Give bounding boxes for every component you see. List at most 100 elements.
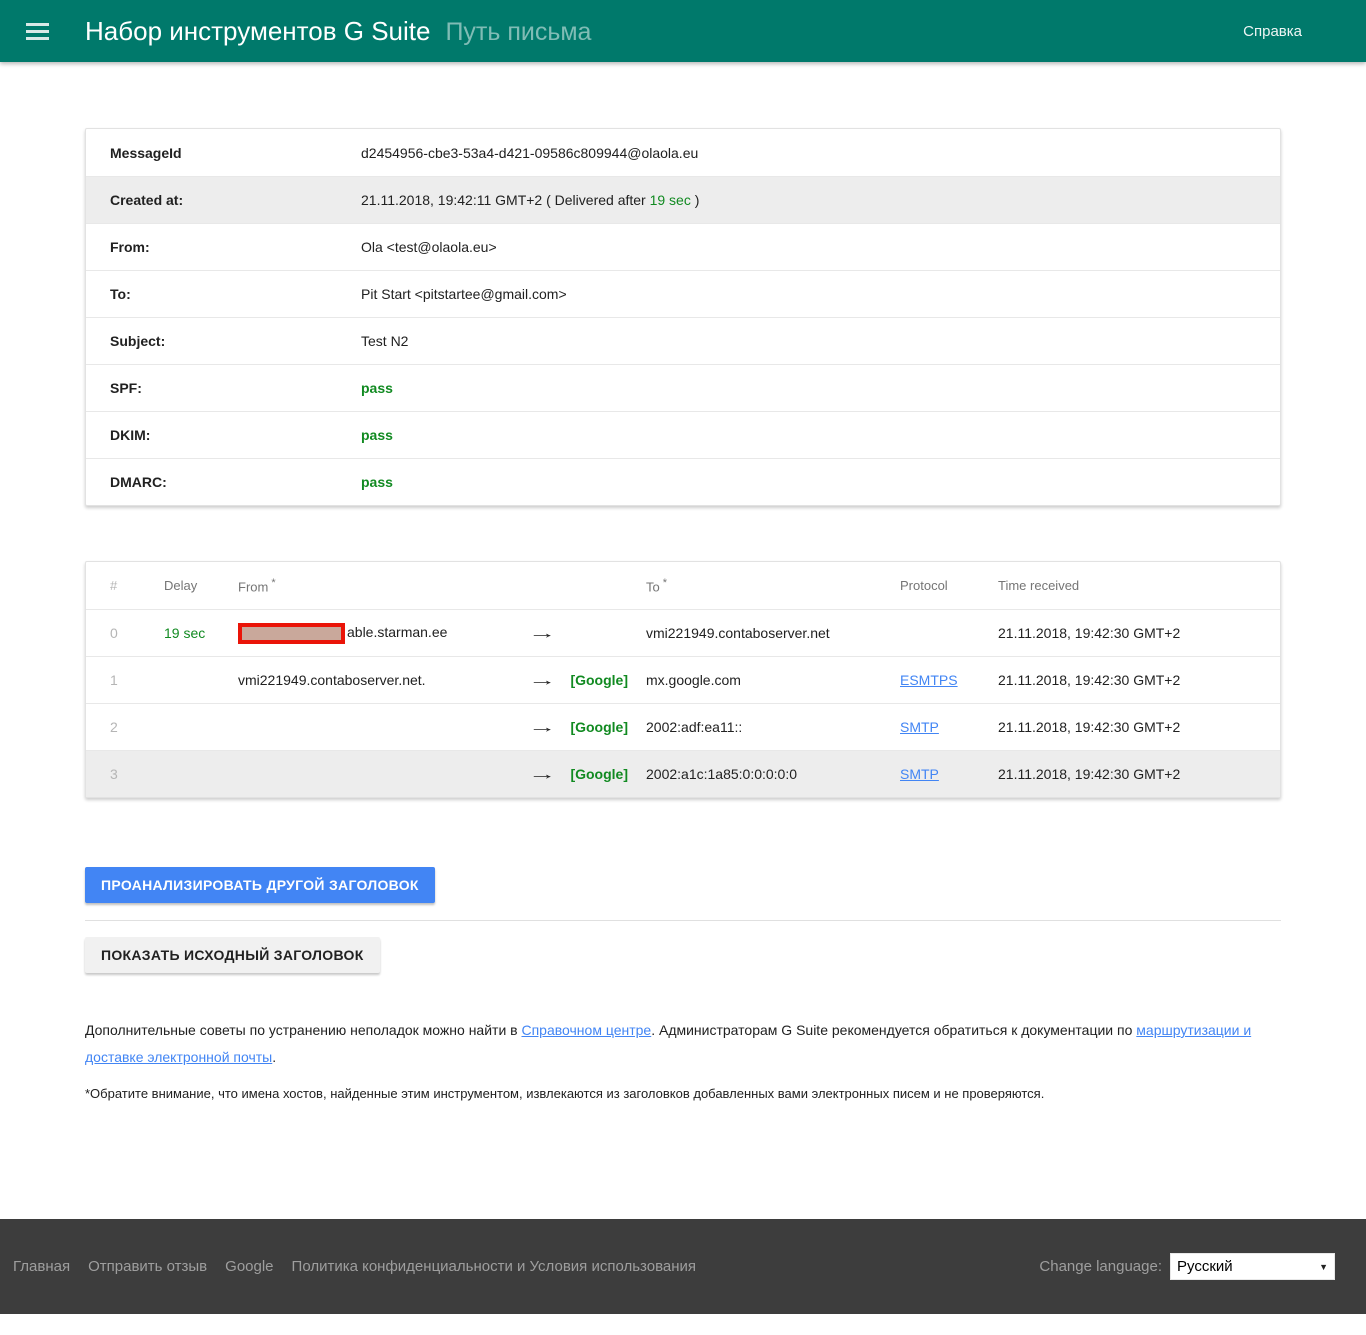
hop-to-host: vmi221949.contaboserver.net bbox=[646, 625, 900, 641]
summary-row-label: Subject: bbox=[86, 333, 361, 349]
header-titles: Набор инструментов G Suite Путь письма bbox=[85, 16, 591, 47]
hop-to-host: mx.google.com bbox=[646, 672, 900, 688]
footer-link-google[interactable]: Google bbox=[225, 1258, 273, 1275]
hop-delay: 19 sec bbox=[140, 625, 214, 641]
hop-col-to: To* bbox=[646, 577, 900, 594]
hop-protocol: ESMTPS bbox=[900, 672, 998, 688]
summary-value-text: ) bbox=[691, 192, 700, 208]
main-content: MessageIdd2454956-cbe3-53a4-d421-09586c8… bbox=[85, 128, 1281, 1104]
menu-icon-bar bbox=[26, 30, 49, 33]
language-switcher: Change language: Русский ▼ bbox=[1039, 1253, 1335, 1280]
summary-row-value: Test N2 bbox=[361, 333, 1280, 349]
summary-row: To:Pit Start <pitstartee@gmail.com> bbox=[86, 270, 1280, 317]
page-footer: Главная Отправить отзыв Google Политика … bbox=[0, 1219, 1366, 1314]
summary-row-label: To: bbox=[86, 286, 361, 302]
summary-row: Created at:21.11.2018, 19:42:11 GMT+2 ( … bbox=[86, 176, 1280, 223]
hop-number: 0 bbox=[86, 625, 140, 641]
right-arrow-icon: → bbox=[528, 672, 557, 689]
summary-row-label: DKIM: bbox=[86, 427, 361, 443]
help-link[interactable]: Справка bbox=[1243, 23, 1302, 40]
footnote-asterisk: * bbox=[663, 577, 667, 589]
summary-row: From:Ola <test@olaola.eu> bbox=[86, 223, 1280, 270]
summary-row-value: pass bbox=[361, 474, 1280, 490]
summary-row: DMARC:pass bbox=[86, 458, 1280, 505]
summary-row-label: From: bbox=[86, 239, 361, 255]
hop-to-host: 2002:a1c:1a85:0:0:0:0:0 bbox=[646, 766, 900, 782]
menu-icon-bar bbox=[26, 23, 49, 26]
footnote-asterisk: * bbox=[271, 577, 275, 589]
hop-col-to-label: To bbox=[646, 579, 660, 594]
hop-time-received: 21.11.2018, 19:42:30 GMT+2 bbox=[998, 672, 1280, 688]
hop-row: 3 → [Google]2002:a1c:1a85:0:0:0:0:0SMTP 21.… bbox=[86, 750, 1280, 797]
footer-link-privacy-terms[interactable]: Политика конфиденциальности и Условия ис… bbox=[292, 1258, 697, 1275]
right-arrow-icon: → bbox=[528, 625, 557, 642]
hop-from-host: able.starman.ee bbox=[347, 624, 447, 640]
hop-table: # Delay From* To* Protocol Time received… bbox=[85, 561, 1281, 798]
summary-value-text: Pit Start <pitstartee@gmail.com> bbox=[361, 286, 567, 302]
message-summary-table: MessageIdd2454956-cbe3-53a4-d421-09586c8… bbox=[85, 128, 1281, 506]
show-original-header-button[interactable]: ПОКАЗАТЬ ИСХОДНЫЙ ЗАГОЛОВОК bbox=[85, 937, 380, 973]
protocol-link[interactable]: ESMTPS bbox=[900, 672, 958, 688]
hop-arrow-cell: → bbox=[528, 625, 568, 642]
summary-row-value: pass bbox=[361, 380, 1280, 396]
menu-icon[interactable] bbox=[26, 19, 49, 44]
hop-protocol: SMTP bbox=[900, 719, 998, 735]
protocol-link[interactable]: SMTP bbox=[900, 719, 939, 735]
app-title: Набор инструментов G Suite bbox=[85, 16, 430, 47]
analyze-another-header-button[interactable]: ПРОАНАЛИЗИРОВАТЬ ДРУГОЙ ЗАГОЛОВОК bbox=[85, 867, 435, 903]
summary-value-text: Ola <test@olaola.eu> bbox=[361, 239, 497, 255]
hop-col-from: From* bbox=[214, 577, 528, 594]
hop-row: 2→[Google]2002:adf:ea11::SMTP21.11.2018,… bbox=[86, 703, 1280, 750]
language-select-wrap: Русский ▼ bbox=[1170, 1253, 1335, 1280]
auth-result-value: pass bbox=[361, 474, 393, 490]
summary-row: DKIM:pass bbox=[86, 411, 1280, 458]
hop-from: able.starman.ee bbox=[214, 623, 528, 644]
summary-value-text: Test N2 bbox=[361, 333, 408, 349]
help-note-text: Дополнительные советы по устранению непо… bbox=[85, 1022, 521, 1038]
summary-row-value: Pit Start <pitstartee@gmail.com> bbox=[361, 286, 1280, 302]
summary-row-value: d2454956-cbe3-53a4-d421-09586c809944@ola… bbox=[361, 145, 1280, 161]
hop-protocol: SMTP bbox=[900, 766, 998, 782]
hop-time-received: 21.11.2018, 19:42:30 GMT+2 bbox=[998, 766, 1280, 782]
change-language-label: Change language: bbox=[1039, 1258, 1162, 1275]
redaction-box bbox=[238, 623, 345, 644]
hop-col-protocol: Protocol bbox=[900, 578, 998, 593]
hop-col-from-label: From bbox=[238, 579, 268, 594]
hop-col-delay: Delay bbox=[140, 578, 214, 593]
hop-from-host: vmi221949.contaboserver.net. bbox=[238, 672, 426, 688]
tool-subtitle: Путь письма bbox=[445, 18, 591, 47]
hop-time-received: 21.11.2018, 19:42:30 GMT+2 bbox=[998, 625, 1280, 641]
summary-row: SPF:pass bbox=[86, 364, 1280, 411]
hop-number: 1 bbox=[86, 672, 140, 688]
google-tag: [Google] bbox=[568, 672, 646, 688]
menu-icon-bar bbox=[26, 37, 49, 40]
hop-col-time-received: Time received bbox=[998, 578, 1280, 593]
hop-number: 3 bbox=[86, 766, 140, 782]
summary-row-label: DMARC: bbox=[86, 474, 361, 490]
footer-link-feedback[interactable]: Отправить отзыв bbox=[88, 1258, 207, 1275]
language-select[interactable]: Русский bbox=[1170, 1253, 1335, 1280]
protocol-link[interactable]: SMTP bbox=[900, 766, 939, 782]
footer-links: Главная Отправить отзыв Google Политика … bbox=[13, 1258, 696, 1275]
summary-row-label: Created at: bbox=[86, 192, 361, 208]
hop-arrow-cell: → bbox=[528, 672, 568, 689]
footer-link-home[interactable]: Главная bbox=[13, 1258, 70, 1275]
summary-row: Subject:Test N2 bbox=[86, 317, 1280, 364]
auth-result-value: pass bbox=[361, 427, 393, 443]
hop-row: 019 sec able.starman.ee → vmi221949.contabo… bbox=[86, 609, 1280, 656]
google-tag: [Google] bbox=[568, 766, 646, 782]
summary-row-label: SPF: bbox=[86, 380, 361, 396]
summary-row-label: MessageId bbox=[86, 145, 361, 161]
hop-time-received: 21.11.2018, 19:42:30 GMT+2 bbox=[998, 719, 1280, 735]
summary-row-value: pass bbox=[361, 427, 1280, 443]
hop-number: 2 bbox=[86, 719, 140, 735]
hop-table-header-row: # Delay From* To* Protocol Time received bbox=[86, 562, 1280, 609]
right-arrow-icon: → bbox=[528, 766, 557, 783]
hop-col-number: # bbox=[86, 578, 140, 593]
app-header: Набор инструментов G Suite Путь письма С… bbox=[0, 0, 1366, 62]
help-center-link[interactable]: Справочном центре bbox=[521, 1022, 651, 1038]
hostname-disclaimer: *Обратите внимание, что имена хостов, на… bbox=[85, 1084, 1281, 1104]
summary-value-text: d2454956-cbe3-53a4-d421-09586c809944@ola… bbox=[361, 145, 698, 161]
summary-row-value: 21.11.2018, 19:42:11 GMT+2 ( Delivered a… bbox=[361, 192, 1280, 208]
summary-value-text: 21.11.2018, 19:42:11 GMT+2 ( Delivered a… bbox=[361, 192, 650, 208]
